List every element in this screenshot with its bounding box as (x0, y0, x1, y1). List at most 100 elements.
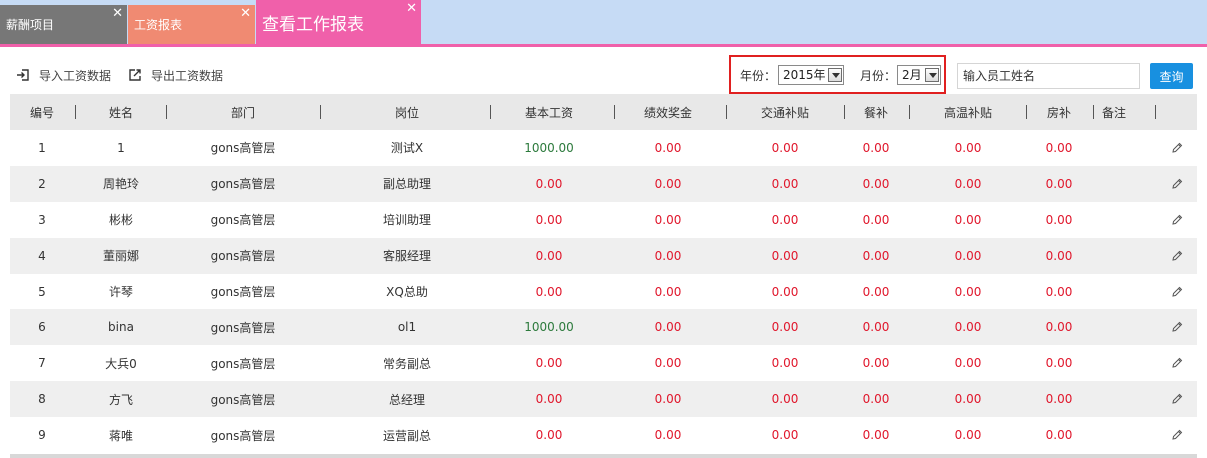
table-row[interactable]: 5 许琴 gons高管层 XQ总助 0.00 0.00 0.00 0.00 0.00 0.00 (10, 274, 1197, 310)
cell-base-salary: 0.00 (535, 428, 563, 443)
cell-note (1084, 166, 1144, 202)
cell-id: 1 (38, 140, 46, 155)
cell-traffic: 0.00 (771, 176, 799, 191)
edit-icon[interactable] (1167, 274, 1187, 310)
cell-id: 2 (38, 176, 46, 191)
header-divider (166, 105, 167, 119)
header-divider (1155, 105, 1156, 119)
header-divider (75, 105, 76, 119)
export-salary-button[interactable]: 导出工资数据 (128, 67, 223, 83)
table-row[interactable]: 2 周艳玲 gons高管层 副总助理 0.00 0.00 0.00 0.00 0.00 0.00 (10, 165, 1197, 202)
cell-post: 常务副总 (382, 356, 431, 371)
table-row[interactable]: 3 彬彬 gons高管层 培训助理 0.00 0.00 0.00 0.00 0.00 0.00 (10, 202, 1197, 238)
table-row[interactable]: 9 蒋唯 gons高管层 运营副总 0.00 0.00 0.00 0.00 0.00 0.00 (10, 417, 1197, 453)
close-icon[interactable]: ✕ (406, 2, 417, 15)
cell-note (1084, 309, 1144, 345)
edit-icon[interactable] (1167, 381, 1187, 417)
edit-icon[interactable] (1167, 309, 1187, 345)
cell-name: bina (108, 320, 134, 335)
cell-traffic: 0.00 (771, 284, 799, 299)
cell-id: 9 (38, 428, 46, 443)
header-col-name: 姓名 (108, 105, 133, 120)
cell-traffic: 0.00 (771, 356, 799, 371)
cell-name: 董丽娜 (102, 249, 139, 264)
cell-heat: 0.00 (954, 176, 982, 191)
chevron-down-icon (828, 68, 842, 82)
header-col-post: 岗位 (394, 105, 419, 120)
tab-salary-items[interactable]: 薪酬项目 ✕ (0, 5, 127, 44)
cell-base-salary: 0.00 (535, 284, 563, 299)
cell-name: 1 (117, 140, 125, 155)
cell-bonus: 0.00 (654, 176, 682, 191)
cell-dept: gons高管层 (210, 428, 276, 443)
header-divider (726, 105, 727, 119)
cell-dept: gons高管层 (210, 392, 276, 407)
table-row[interactable]: 6 bina gons高管层 ol1 1000.00 0.00 0.00 0.00 0.00 0.… (10, 309, 1197, 346)
cell-bonus: 0.00 (654, 284, 682, 299)
cell-post: 客服经理 (382, 249, 431, 264)
cell-heat: 0.00 (954, 428, 982, 443)
edit-icon[interactable] (1167, 130, 1187, 166)
month-select[interactable]: 2月 (897, 65, 941, 85)
header-divider (490, 105, 491, 119)
cell-base-salary: 0.00 (535, 248, 563, 263)
cell-post: ol1 (397, 320, 417, 335)
cell-dept: gons高管层 (210, 249, 276, 264)
cell-post: 培训助理 (382, 213, 431, 228)
year-value: 2015年 (783, 68, 826, 82)
cell-base-salary: 0.00 (535, 356, 563, 371)
cell-traffic: 0.00 (771, 140, 799, 155)
tab-view-work-report[interactable]: 查看工作报表 ✕ (256, 0, 421, 44)
cell-heat: 0.00 (954, 392, 982, 407)
cell-bonus: 0.00 (654, 356, 682, 371)
employee-name-input[interactable] (957, 63, 1140, 89)
cell-meal: 0.00 (862, 356, 890, 371)
cell-bonus: 0.00 (654, 140, 682, 155)
table-header: 编号 姓名 部门 岗位 基本工资 绩效奖金 交通补贴 餐补 高温补贴 房补 备注 (10, 94, 1197, 130)
close-icon[interactable]: ✕ (112, 7, 123, 20)
header-col-base-salary: 基本工资 (524, 105, 573, 120)
cell-traffic: 0.00 (771, 392, 799, 407)
cell-id: 7 (38, 356, 46, 371)
import-salary-button[interactable]: 导入工资数据 (16, 67, 111, 83)
edit-icon[interactable] (1167, 238, 1187, 274)
cell-meal: 0.00 (862, 428, 890, 443)
cell-heat: 0.00 (954, 140, 982, 155)
import-icon (17, 69, 29, 81)
cell-name: 大兵0 (105, 356, 137, 371)
chevron-down-icon (925, 68, 939, 82)
table-row[interactable]: 4 董丽娜 gons高管层 客服经理 0.00 0.00 0.00 0.00 0.00 0.00 (10, 237, 1197, 274)
cell-dept: gons高管层 (210, 285, 276, 299)
close-icon[interactable]: ✕ (240, 7, 251, 20)
cell-traffic: 0.00 (771, 212, 799, 227)
year-select[interactable]: 2015年 (778, 65, 844, 85)
cell-heat: 0.00 (954, 356, 982, 371)
search-button[interactable]: 查询 (1150, 63, 1193, 89)
cell-traffic: 0.00 (771, 428, 799, 443)
cell-heat: 0.00 (954, 320, 982, 335)
table-row[interactable]: 8 方飞 gons高管层 总经理 0.00 0.00 0.00 0.00 0.00 0.00 (10, 381, 1197, 418)
cell-meal: 0.00 (862, 176, 890, 191)
cell-base-salary: 1000.00 (524, 320, 574, 335)
cell-name: 许琴 (108, 285, 133, 299)
horizontal-scrollbar[interactable] (10, 454, 1197, 458)
edit-icon[interactable] (1167, 417, 1187, 453)
cell-base-salary: 0.00 (535, 176, 563, 191)
cell-meal: 0.00 (862, 140, 890, 155)
edit-icon[interactable] (1167, 202, 1187, 238)
tab-salary-report[interactable]: 工资报表 ✕ (128, 5, 255, 44)
cell-bonus: 0.00 (654, 428, 682, 443)
edit-icon[interactable] (1167, 345, 1187, 381)
cell-meal: 0.00 (862, 212, 890, 227)
cell-base-salary: 1000.00 (524, 140, 574, 155)
cell-id: 5 (38, 284, 46, 299)
cell-dept: gons高管层 (210, 213, 276, 228)
table-row[interactable]: 1 1 gons高管层 测试X 1000.00 0.00 0.00 0.00 0.00 0.00 (10, 130, 1197, 166)
cell-post: 测试X (390, 141, 424, 156)
cell-traffic: 0.00 (771, 320, 799, 335)
edit-icon[interactable] (1167, 166, 1187, 202)
tab-label: 薪酬项目 (6, 18, 55, 32)
header-divider (909, 105, 910, 119)
table-row[interactable]: 7 大兵0 gons高管层 常务副总 0.00 0.00 0.00 0.00 0.00 0.00 (10, 345, 1197, 381)
cell-name: 彬彬 (108, 213, 133, 228)
